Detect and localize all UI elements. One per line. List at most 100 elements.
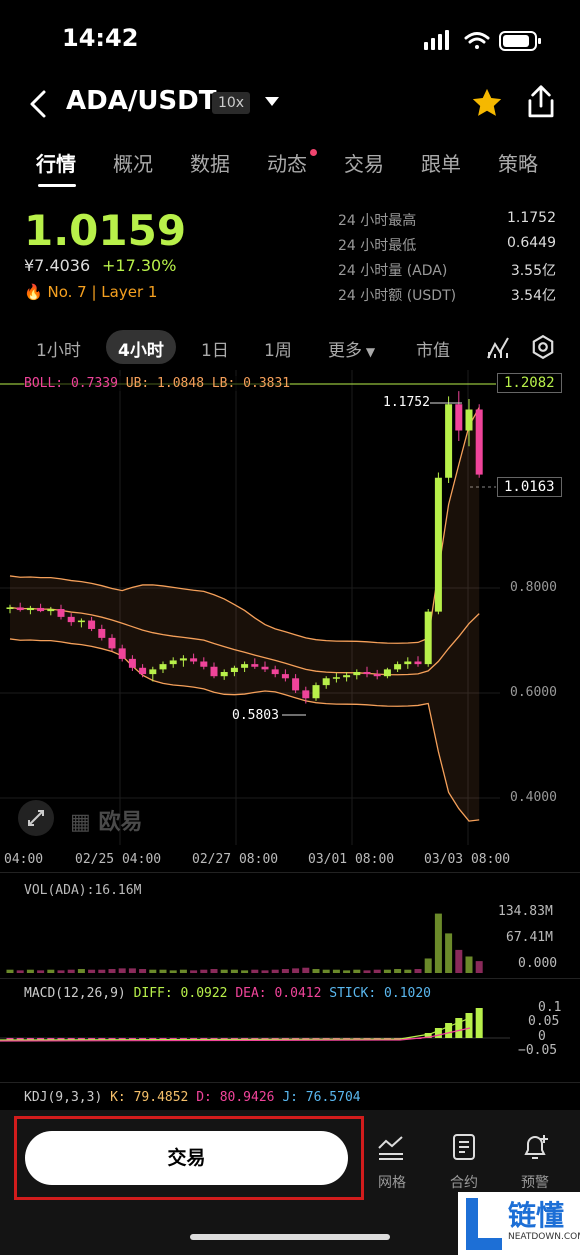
candle-body [445, 404, 453, 478]
tab-strategy[interactable]: 策略 [498, 148, 538, 177]
candle-body [37, 607, 45, 612]
volume-bar [404, 969, 412, 973]
rank-badge: No. 7 [47, 283, 87, 301]
tab-copy[interactable]: 跟单 [421, 148, 461, 177]
grid-label: 网格 [378, 1175, 406, 1191]
trade-button[interactable]: 交易 [25, 1131, 348, 1185]
kdj-legend: KDJ(9,3,3) K: 79.4852 D: 80.9426 J: 76.5… [24, 1090, 361, 1105]
stat-label-low: 24 小时最低 [338, 238, 417, 254]
rank-line[interactable]: 🔥 No. 7 | Layer 1 [24, 283, 157, 301]
volume-chart [6, 913, 483, 973]
price-cny: ¥7.4036 [24, 256, 91, 275]
timeframe-marketcap[interactable]: 市值 [416, 336, 450, 361]
volume-bar [445, 933, 453, 973]
boll-ub: UB: 1.0848 [125, 376, 205, 391]
y-tick-0.8: 0.8000 [510, 580, 557, 595]
volume-bar [190, 970, 198, 973]
x-tick-1: 02/25 04:00 [75, 852, 162, 867]
candle-body [149, 669, 157, 675]
x-tick-0: 04:00 [4, 852, 44, 867]
candle-body [332, 677, 340, 679]
volume-bar [465, 956, 473, 973]
candle-body [434, 477, 442, 612]
candle-body [241, 664, 249, 668]
x-tick-2: 02/27 08:00 [192, 852, 279, 867]
favorite-star-icon[interactable] [470, 86, 504, 120]
volume-bar [281, 969, 289, 973]
volume-bar [353, 969, 361, 973]
volume-bar [169, 970, 177, 973]
volume-bar [200, 969, 208, 973]
divider [0, 1082, 580, 1083]
timeframe-4h[interactable]: 4小时 [118, 336, 164, 361]
tab-data[interactable]: 数据 [190, 148, 230, 177]
timeframe-more[interactable]: 更多 ▼ [328, 336, 375, 361]
chevron-down-icon[interactable] [264, 96, 280, 108]
candle-body [230, 667, 238, 672]
kdj-title: KDJ(9,3,3) [24, 1090, 103, 1105]
price-chart[interactable] [0, 370, 580, 870]
candle-body [394, 664, 402, 670]
signal-icon [424, 30, 449, 50]
stat-value-low: 0.6449 [507, 235, 556, 251]
contract-icon [453, 1134, 475, 1160]
candle-body [26, 607, 34, 611]
corner-brand: 链懂 [508, 1199, 565, 1232]
volume-bar [159, 969, 167, 973]
divider [0, 978, 580, 979]
candle-body [292, 678, 300, 691]
candle-body [57, 609, 65, 617]
candle-body [128, 658, 136, 668]
divider [0, 872, 580, 873]
timeframe-1d[interactable]: 1日 [201, 336, 229, 361]
settings-icon[interactable] [530, 334, 556, 360]
fullscreen-button[interactable] [18, 800, 54, 836]
timeframe-1w[interactable]: 1周 [264, 336, 292, 361]
tab-trade[interactable]: 交易 [344, 148, 384, 177]
volume-bar [149, 969, 157, 973]
indicator-icon[interactable] [486, 336, 512, 360]
volume-bar [261, 970, 269, 973]
candle-body [312, 685, 320, 699]
candle-body [77, 620, 85, 623]
battery-icon [499, 31, 541, 51]
volume-bar [26, 969, 34, 973]
volume-bar [332, 969, 340, 973]
volume-bar [434, 913, 442, 973]
divider: | [91, 283, 102, 301]
candle-body [190, 658, 198, 662]
pair-title[interactable]: ADA/USDT [66, 86, 216, 116]
macd-y1: 0.1 [538, 1000, 562, 1015]
candle-body [179, 658, 187, 661]
candle-body [251, 664, 259, 667]
watermark-logo: ▦ 欧易 [70, 804, 142, 836]
notification-dot [310, 149, 317, 156]
candle-body [353, 672, 361, 676]
macd-dea: DEA: 0.0412 [235, 986, 322, 1001]
leverage-badge: 10x [212, 92, 250, 114]
share-icon[interactable] [524, 84, 558, 120]
volume-bar [230, 969, 238, 973]
volume-bar [47, 969, 55, 973]
macd-y3: 0 [538, 1029, 546, 1044]
stat-label-turnover: 24 小时额 (USDT) [338, 288, 457, 304]
boll-lb: LB: 0.3831 [211, 376, 291, 391]
candle-body [139, 667, 147, 675]
stat-value-high: 1.1752 [507, 210, 556, 226]
candle-body [16, 607, 24, 611]
status-time: 14:42 [62, 24, 139, 52]
volume-bar [77, 969, 85, 973]
timeframe-1h[interactable]: 1小时 [36, 336, 81, 361]
candle-body [322, 678, 330, 686]
tab-overview[interactable]: 概况 [113, 148, 153, 177]
candle-body [261, 666, 269, 670]
volume-bar [424, 958, 432, 973]
y-tick-0.4: 0.4000 [510, 790, 557, 805]
volume-bar [37, 970, 45, 973]
tab-news[interactable]: 动态 [267, 148, 307, 177]
okx-icon: ▦ [70, 810, 91, 835]
boll-legend: BOLL: 0.7339 UB: 1.0848 LB: 0.3831 [24, 376, 291, 391]
tab-market[interactable]: 行情 [36, 148, 76, 177]
volume-bar [98, 969, 106, 973]
back-button[interactable] [22, 86, 58, 122]
